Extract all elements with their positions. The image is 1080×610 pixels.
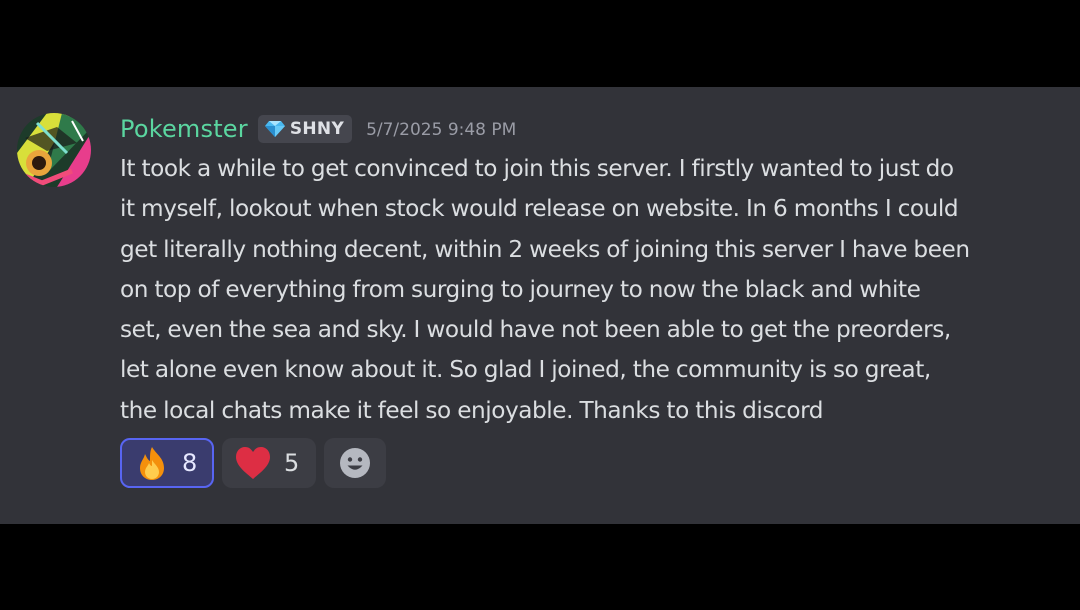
message-line: get literally nothing decent, within 2 w… [120,235,970,263]
smiley-icon [340,448,370,478]
red-heart-emoji-icon [236,447,270,479]
diamond-icon [264,121,285,137]
message-header: Pokemster SHNY 5/7/2025 9:48 PM [120,113,516,145]
guild-tag-label: SHNY [289,119,345,139]
guild-tag-badge[interactable]: SHNY [257,115,353,143]
reaction-count: 5 [284,449,300,477]
username[interactable]: Pokemster [120,115,248,143]
message-line: It took a while to get convinced to join… [120,155,954,182]
message-container: Pokemster SHNY 5/7/2025 9:48 PM It took … [0,87,1080,524]
message-timestamp[interactable]: 5/7/2025 9:48 PM [366,120,516,140]
message-content: It took a while to get convinced to join… [120,149,1065,431]
reaction-count: 8 [182,449,198,477]
message-line: let alone even know about it. So glad I … [120,356,931,384]
message-line: the local chats make it feel so enjoyabl… [120,396,824,424]
reaction-heart[interactable]: 5 [222,438,316,488]
fire-emoji-icon [140,447,164,480]
reaction-fire[interactable]: 8 [120,438,214,488]
add-reaction-button[interactable] [324,438,386,488]
avatar[interactable] [17,113,91,187]
avatar-image [17,113,91,187]
message-line: on top of everything from surging to jou… [120,275,921,303]
reactions-bar: 8 5 [120,438,386,488]
message-line: set, even the sea and sky. I would have … [120,316,951,344]
message-line: it myself, lookout when stock would rele… [120,195,959,223]
